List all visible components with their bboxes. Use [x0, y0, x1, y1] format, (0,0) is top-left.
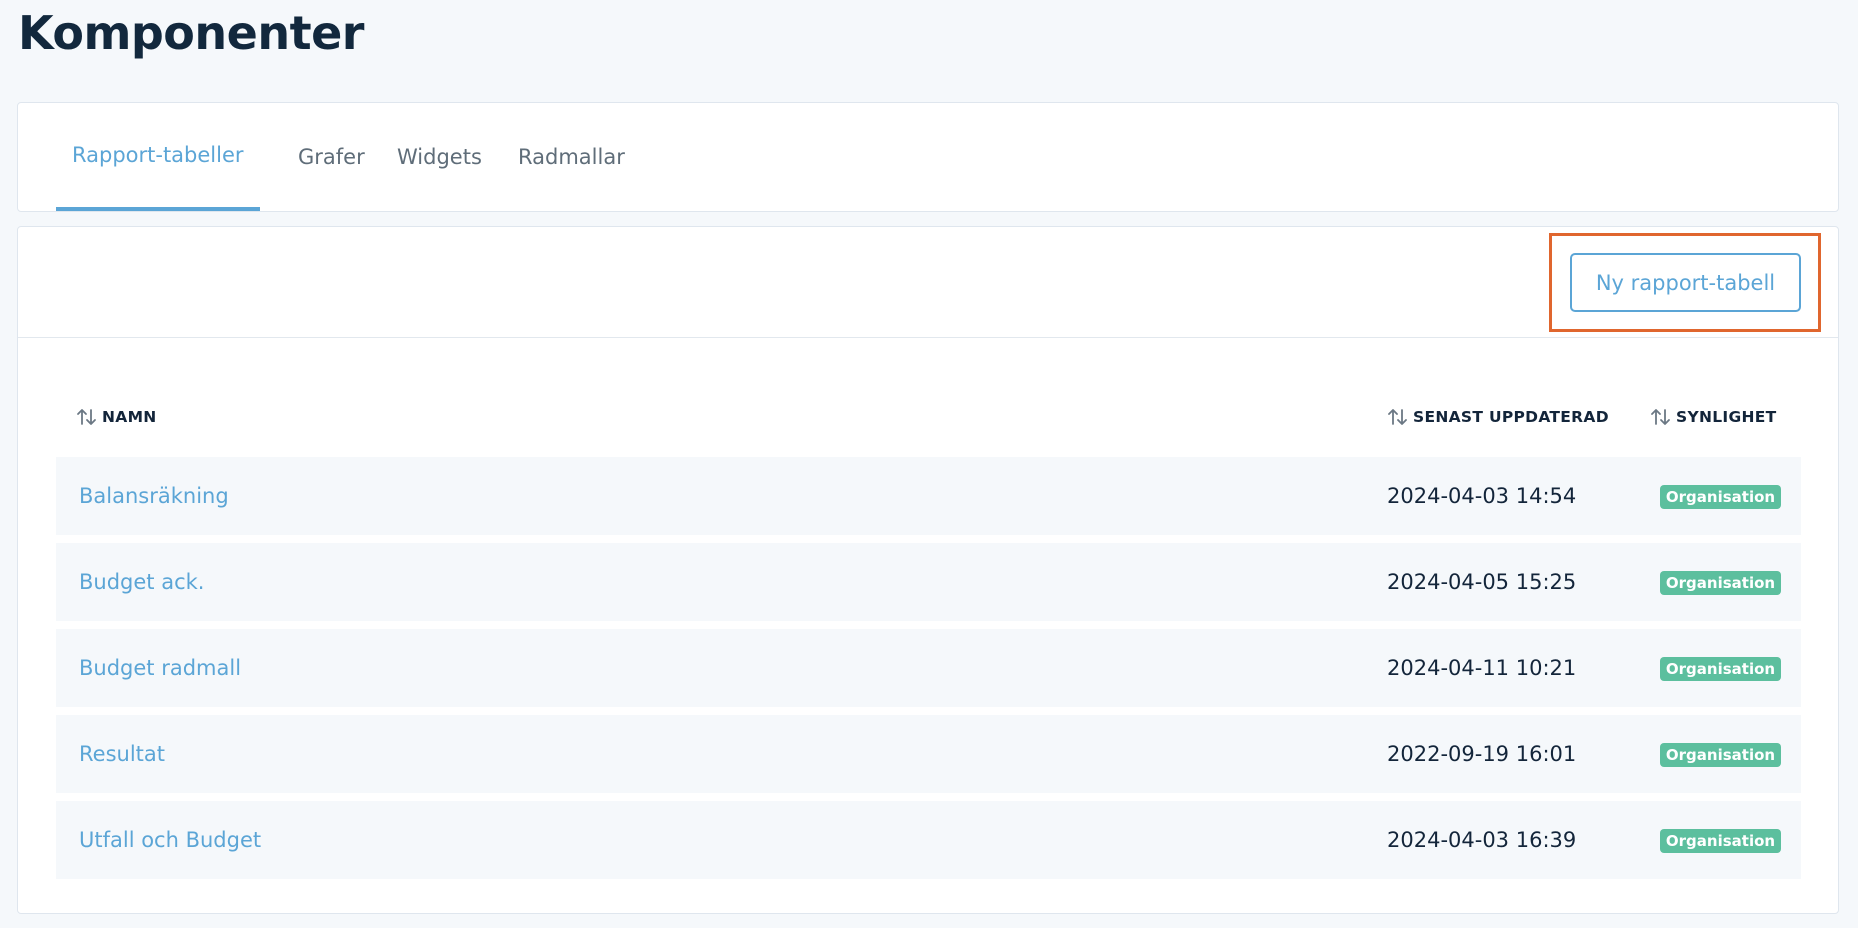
tab-radmallar[interactable]: Radmallar [502, 103, 641, 211]
row-updated: 2024-04-03 16:39 [1387, 828, 1577, 852]
table-row[interactable]: Utfall och Budget 2024-04-03 16:39 Organ… [56, 801, 1801, 879]
table-row[interactable]: Balansräkning 2024-04-03 14:54 Organisat… [56, 457, 1801, 535]
tab-rapport-tabeller[interactable]: Rapport-tabeller [56, 103, 260, 211]
page-title: Komponenter [18, 6, 364, 60]
sort-arrows-icon [1388, 409, 1407, 425]
row-updated: 2024-04-03 14:54 [1387, 484, 1577, 508]
row-updated: 2024-04-11 10:21 [1387, 656, 1577, 680]
sort-arrows-icon [1651, 409, 1670, 425]
tabs-bar: Rapport-tabeller Grafer Widgets Radmalla… [17, 102, 1839, 212]
tab-grafer[interactable]: Grafer [282, 103, 381, 211]
column-header-updated[interactable]: SENAST UPPDATERAD [1387, 405, 1609, 429]
row-updated: 2024-04-05 15:25 [1387, 570, 1577, 594]
column-label-updated: SENAST UPPDATERAD [1413, 408, 1609, 426]
visibility-badge: Organisation [1660, 485, 1781, 509]
column-header-name[interactable]: NAMN [76, 405, 157, 429]
column-label-name: NAMN [102, 408, 157, 426]
table-row[interactable]: Budget ack. 2024-04-05 15:25 Organisatio… [56, 543, 1801, 621]
row-name-link[interactable]: Balansräkning [79, 457, 229, 535]
row-name-link[interactable]: Budget ack. [79, 543, 204, 621]
report-tables-panel: Ny rapport-tabell NAMN SENAST UPPDATERAD… [17, 226, 1839, 914]
visibility-badge: Organisation [1660, 829, 1781, 853]
tab-widgets[interactable]: Widgets [381, 103, 498, 211]
table-row[interactable]: Resultat 2022-09-19 16:01 Organisation [56, 715, 1801, 793]
visibility-badge: Organisation [1660, 571, 1781, 595]
row-name-link[interactable]: Resultat [79, 715, 165, 793]
table-row[interactable]: Budget radmall 2024-04-11 10:21 Organisa… [56, 629, 1801, 707]
row-updated: 2022-09-19 16:01 [1387, 742, 1577, 766]
new-report-table-button[interactable]: Ny rapport-tabell [1570, 253, 1801, 312]
sort-arrows-icon [77, 409, 96, 425]
toolbar: Ny rapport-tabell [18, 227, 1838, 338]
visibility-badge: Organisation [1660, 743, 1781, 767]
row-name-link[interactable]: Utfall och Budget [79, 801, 261, 879]
visibility-badge: Organisation [1660, 657, 1781, 681]
column-header-visibility[interactable]: SYNLIGHET [1650, 405, 1777, 429]
row-name-link[interactable]: Budget radmall [79, 629, 241, 707]
column-label-visibility: SYNLIGHET [1676, 408, 1777, 426]
